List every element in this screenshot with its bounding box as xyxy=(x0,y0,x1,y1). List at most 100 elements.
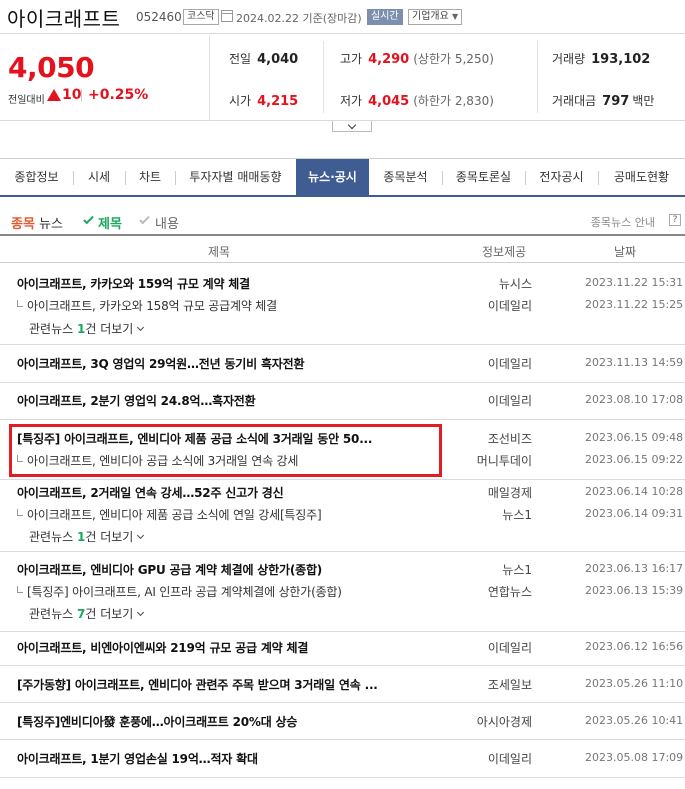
highlight-box xyxy=(9,424,442,477)
news-source: 이데일리 xyxy=(487,394,532,408)
high-price: 고가 4,290 (상한가 5,250) xyxy=(340,52,494,67)
price-change: 10 xyxy=(62,87,82,103)
expand-price-toggle[interactable] xyxy=(332,120,372,132)
news-date: 2023.11.13 14:59 xyxy=(585,356,684,369)
related-news-title[interactable]: 아이크래프트, 카카오와 158억 규모 공급계약 체결 xyxy=(17,297,277,314)
current-price-panel: 4,050 전일대비 10 +0.25% xyxy=(0,35,210,121)
stock-code: 052460 xyxy=(136,10,182,24)
news-row: 아이크래프트, 비엔아이엔씨와 219억 규모 공급 계약 체결 이데일리 20… xyxy=(0,632,685,666)
news-date: 2023.11.22 15:25 xyxy=(585,298,684,311)
news-date: 2023.06.15 09:22 xyxy=(585,453,684,466)
col-source: 정보제공 xyxy=(482,245,527,259)
tab-news-disclosure[interactable]: 뉴스·공시 xyxy=(296,159,369,196)
chevron-down-icon xyxy=(137,608,145,617)
news-title[interactable]: 아이크래프트, 2분기 영업익 24.8억…흑자전환 xyxy=(17,392,256,409)
prev-close: 전일 4,040 xyxy=(229,52,299,67)
news-source: 매일경제 xyxy=(487,486,532,500)
news-source: 연합뉴스 xyxy=(487,585,532,599)
news-source: 아시아경제 xyxy=(476,715,532,729)
news-date: 2023.06.13 15:39 xyxy=(585,584,684,597)
trade-volume: 거래량 193,102 xyxy=(552,52,651,67)
col-date: 날짜 xyxy=(614,245,637,259)
stock-tabs: 종합정보 시세 차트 투자자별 매매동향 뉴스·공시 종목분석 종목토론실 전자… xyxy=(0,158,685,197)
news-row: 아이크래프트, 3Q 영업익 29억원…전년 동기비 흑자전환 이데일리 202… xyxy=(0,345,685,383)
news-title[interactable]: 아이크래프트, 2거래일 연속 강세…52주 신고가 경신 xyxy=(17,484,284,501)
news-table-header: 제목 정보제공 날짜 xyxy=(0,234,685,263)
news-title[interactable]: 아이크래프트, 비엔아이엔씨와 219억 규모 공급 계약 체결 xyxy=(17,639,308,656)
tab-short-selling[interactable]: 공매도현황 xyxy=(598,159,685,196)
news-source: 뉴시스 xyxy=(498,277,532,291)
news-source: 조세일보 xyxy=(487,678,532,692)
related-news-title[interactable]: [특징주] 아이크래프트, AI 인프라 공급 계약체결에 상한가(종합) xyxy=(17,583,342,600)
reply-elbow-icon xyxy=(17,509,23,516)
chevron-down-icon xyxy=(137,323,145,332)
news-title[interactable]: 아이크래프트, 3Q 영업익 29억원…전년 동기비 흑자전환 xyxy=(17,355,305,372)
tab-investor-trends[interactable]: 투자자별 매매동향 xyxy=(175,159,296,196)
check-icon xyxy=(139,213,150,225)
help-icon[interactable]: ? xyxy=(669,214,681,226)
check-icon xyxy=(83,213,94,225)
news-title[interactable]: [특징주]엔비디아發 훈풍에…아이크래프트 20%대 상승 xyxy=(17,713,297,730)
divider xyxy=(537,41,538,113)
open-price: 시가 4,215 xyxy=(229,94,299,109)
news-row: 아이크래프트, 엔비디아 GPU 공급 계약 체결에 상한가(종합) 뉴스1 2… xyxy=(0,552,685,632)
tab-overview[interactable]: 종합정보 xyxy=(0,159,73,196)
chevron-down-icon xyxy=(137,531,145,540)
company-overview-button[interactable]: 기업개요 ▼ xyxy=(408,9,463,25)
news-date: 2023.05.08 17:09 xyxy=(585,751,684,764)
news-date: 2023.06.15 09:48 xyxy=(585,431,684,444)
filter-content-option[interactable]: 내용 xyxy=(155,213,179,232)
news-source: 이데일리 xyxy=(487,641,532,655)
up-triangle-icon xyxy=(47,89,61,101)
news-row: 아이크래프트, 2분기 영업익 24.8억…흑자전환 이데일리 2023.08.… xyxy=(0,383,685,420)
price-change-percent: +0.25% xyxy=(88,87,149,103)
market-badge: 코스닥 xyxy=(183,9,219,25)
filter-title-option[interactable]: 제목 xyxy=(98,213,122,232)
news-title[interactable]: 아이크래프트, 엔비디아 GPU 공급 계약 체결에 상한가(종합) xyxy=(17,561,322,578)
news-date: 2023.06.13 16:17 xyxy=(585,562,684,575)
current-price: 4,050 xyxy=(8,51,95,84)
related-news-more[interactable]: 관련뉴스 1건 더보기 xyxy=(29,528,145,545)
realtime-button[interactable]: 실시간 xyxy=(367,9,403,25)
news-source: 이데일리 xyxy=(487,752,532,766)
change-label: 전일대비 xyxy=(8,95,45,106)
tab-chart[interactable]: 차트 xyxy=(125,159,175,196)
news-source: 뉴스1 xyxy=(502,508,532,522)
low-price: 저가 4,045 (하한가 2,830) xyxy=(340,94,494,109)
news-date: 2023.05.26 10:41 xyxy=(585,714,684,727)
news-title[interactable]: 아이크래프트, 카카오와 159억 규모 계약 체결 xyxy=(17,275,250,292)
trade-amount: 거래대금 797 백만 xyxy=(552,94,655,109)
news-date: 2023.08.10 17:08 xyxy=(585,393,684,406)
related-news-title[interactable]: 아이크래프트, 엔비디아 제품 공급 소식에 연일 강세[특징주] xyxy=(17,506,322,523)
news-title[interactable]: 아이크래프트, 1분기 영업손실 19억…적자 확대 xyxy=(17,750,258,767)
col-title: 제목 xyxy=(208,245,231,259)
price-summary: 4,050 전일대비 10 +0.25% 전일 4,040 시가 4,215 고가 4… xyxy=(0,35,685,121)
section-title-b: 뉴스 xyxy=(39,217,63,232)
news-date: 2023.06.14 09:31 xyxy=(585,507,684,520)
tab-analysis[interactable]: 종목분석 xyxy=(369,159,442,196)
news-date: 2023.05.26 11:10 xyxy=(585,677,684,690)
news-row: 아이크래프트, 2거래일 연속 강세…52주 신고가 경신 매일경제 2023.… xyxy=(0,480,685,552)
news-row: [주가동향] 아이크래프트, 엔비디아 관련주 주목 받으며 3거래일 연속 .… xyxy=(0,666,685,703)
divider xyxy=(81,89,82,102)
news-title[interactable]: [주가동향] 아이크래프트, 엔비디아 관련주 주목 받으며 3거래일 연속 .… xyxy=(17,676,378,693)
quote-date: 2024.02.22 기준(장마감) xyxy=(236,12,362,25)
news-row: [특징주]엔비디아發 훈풍에…아이크래프트 20%대 상승 아시아경제 2023… xyxy=(0,703,685,740)
news-date: 2023.11.22 15:31 xyxy=(585,276,684,289)
news-row: 아이크래프트, 카카오와 159억 규모 계약 체결 뉴시스 2023.11.2… xyxy=(0,263,685,345)
chevron-down-icon: ▼ xyxy=(452,12,459,21)
related-news-more[interactable]: 관련뉴스 1건 더보기 xyxy=(29,320,145,337)
news-row: 아이크래프트, 1분기 영업손실 19억…적자 확대 이데일리 2023.05.… xyxy=(0,740,685,778)
calendar-icon xyxy=(221,10,233,22)
reply-elbow-icon xyxy=(17,586,23,593)
tab-quotes[interactable]: 시세 xyxy=(73,159,125,196)
tab-discussion[interactable]: 종목토론실 xyxy=(442,159,525,196)
section-title-a: 종목 xyxy=(11,217,35,232)
news-filter-bar: 종목 뉴스 제목 내용 종목뉴스 안내 ? xyxy=(0,205,685,233)
news-guide-link[interactable]: 종목뉴스 안내 xyxy=(591,214,655,230)
related-news-more[interactable]: 관련뉴스 7건 더보기 xyxy=(29,605,145,622)
news-source: 조선비즈 xyxy=(487,432,532,446)
tab-e-disclosure[interactable]: 전자공시 xyxy=(525,159,598,196)
news-source: 이데일리 xyxy=(487,357,532,371)
stock-name: 아이크래프트 xyxy=(7,7,121,31)
